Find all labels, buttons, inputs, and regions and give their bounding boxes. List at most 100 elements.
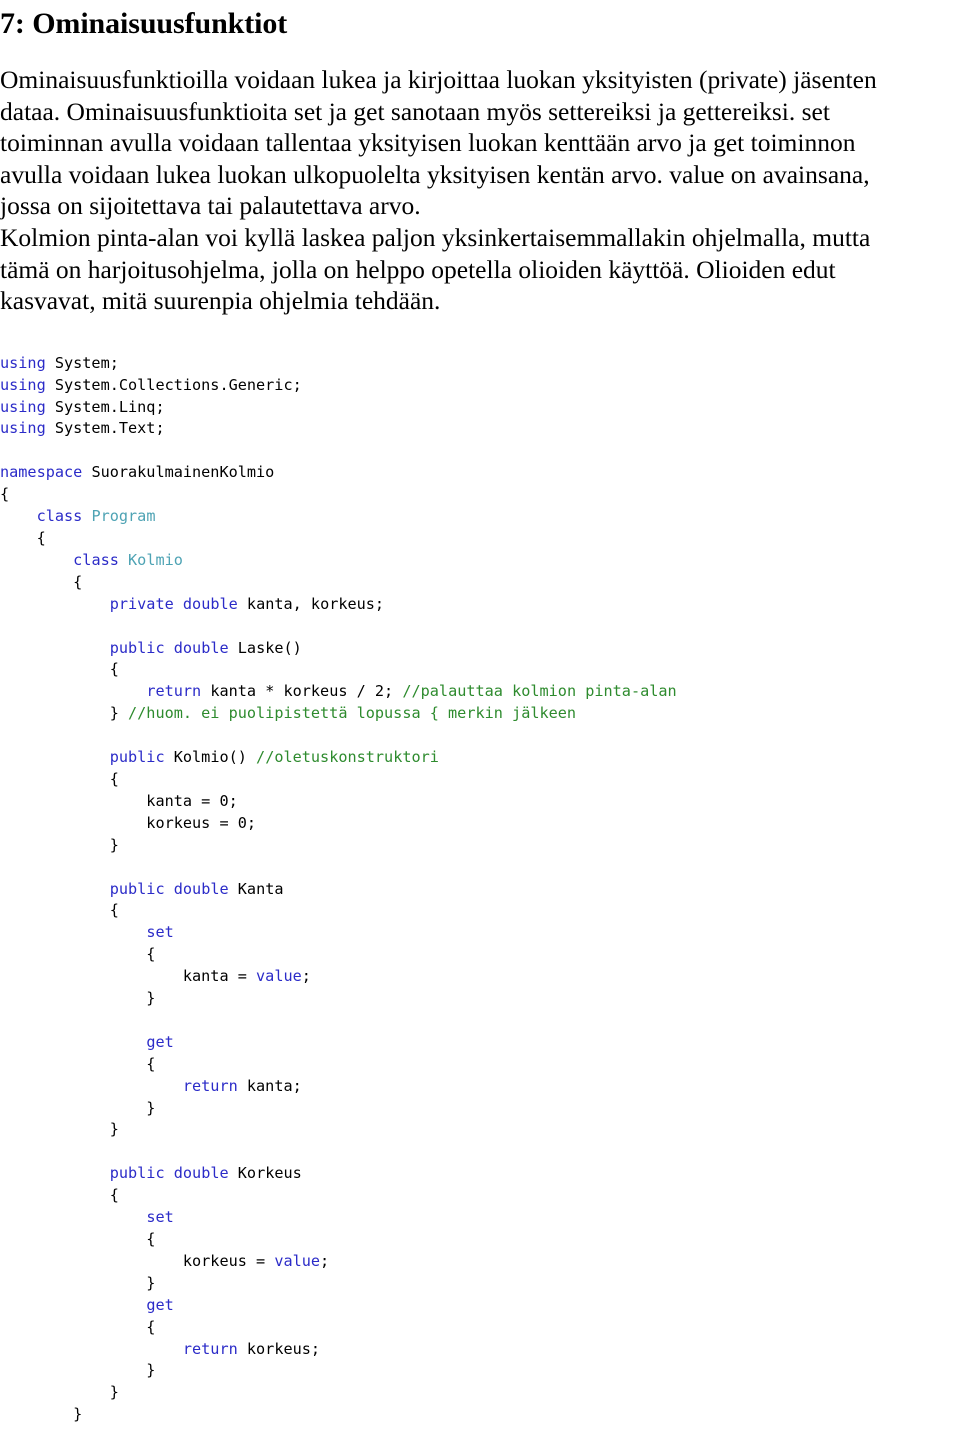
code-token: set [146,1208,174,1227]
code-token: return [182,1076,238,1095]
paragraph-line: tämä on harjoitusohjelma, jolla on helpp… [0,254,836,284]
code-line: using System; [0,353,960,375]
code-line: { [0,1185,960,1207]
code-token: } [0,1361,156,1380]
code-token: namespace [0,463,83,482]
code-token: System.Collections.Generic; [45,375,302,394]
code-token: double [173,1164,229,1183]
code-line: return kanta * korkeus / 2; //palauttaa … [0,681,960,703]
code-token: private [109,594,174,613]
code-line: } //huom. ei puolipistettä lopussa { mer… [0,703,960,725]
code-line: } [0,988,960,1010]
code-token: Kolmio [128,550,183,569]
code-token: return [182,1339,238,1358]
code-token: Kolmio() [164,748,257,767]
paragraph-line: toiminnan avulla voidaan tallentaa yksit… [0,128,856,158]
code-line: { [0,484,960,506]
code-token: Program [91,507,156,526]
code-token: using [0,397,46,416]
code-token: { [0,529,46,547]
code-token: ; [301,967,311,986]
code-line: set [0,1207,960,1229]
code-token: { [0,901,119,920]
code-token: } [0,704,129,723]
code-line: { [0,659,960,681]
code-line: { [0,900,960,922]
code-token: korkeus; [237,1339,321,1358]
code-token: //huom. ei puolipistettä lopussa { merki… [128,704,577,723]
code-token: { [0,1054,156,1073]
code-token: double [182,594,238,613]
code-token: using [0,375,46,394]
code-line: kanta = value; [0,966,960,988]
code-token: value [256,967,302,986]
code-token: set [146,923,174,942]
code-line: } [0,1404,960,1426]
paragraph-line: Kolmion pinta-alan voi kyllä laskea palj… [0,222,871,252]
code-token: SuorakulmainenKolmio [82,463,275,482]
code-line: { [0,1054,960,1076]
code-token: get [146,1295,174,1314]
code-token: } [0,1098,156,1117]
code-token: korkeus = 0; [0,813,257,832]
paragraph-line: kasvavat, mitä suurenpia ohjelmia tehdää… [0,286,441,316]
code-token: public [109,638,165,657]
code-line: } [0,1119,960,1141]
code-token: class [73,550,119,569]
code-token: kanta, korkeus; [237,594,385,613]
code-line: public double Kanta [0,879,960,901]
code-token: kanta = 0; [0,791,238,810]
code-line: { [0,1317,960,1339]
code-token: kanta = [0,967,257,986]
paragraph-line: jossa on sijoitettava tai palautettava a… [0,191,421,221]
code-token: { [0,1317,156,1336]
code-token: using [0,419,46,438]
code-line: public Kolmio() //oletuskonstruktori [0,747,960,769]
code-token: Kanta [228,879,284,898]
code-line: get [0,1032,960,1054]
code-token: { [0,945,156,964]
code-token: get [146,1032,174,1051]
page-title: 7: Ominaisuusfunktiot [0,7,288,40]
code-token: kanta; [237,1076,302,1095]
code-line: } [0,1273,960,1295]
code-token: System.Linq; [45,397,165,416]
code-line: } [0,1360,960,1382]
code-token: } [0,835,119,854]
code-token: { [0,769,119,788]
paragraph-line: dataa. Ominaisuusfunktioita set ja get s… [0,96,830,126]
code-line: using System.Text; [0,418,960,440]
code-line: return kanta; [0,1076,960,1098]
code-token: { [0,1230,156,1248]
paragraph-line: avulla voidaan lukea luokan ulkopuolelta… [0,159,870,189]
code-token: korkeus = [0,1251,275,1270]
code-line: { [0,1229,960,1251]
code-token: double [173,638,229,657]
code-token: public [109,748,165,767]
code-token: { [0,1186,119,1205]
code-line: return korkeus; [0,1339,960,1361]
code-line: public double Korkeus [0,1163,960,1185]
code-token: } [0,1405,83,1424]
code-token: } [0,989,156,1008]
code-token: { [0,572,83,591]
code-token: } [0,1273,156,1292]
code-token: double [173,879,229,898]
code-line: set [0,922,960,944]
